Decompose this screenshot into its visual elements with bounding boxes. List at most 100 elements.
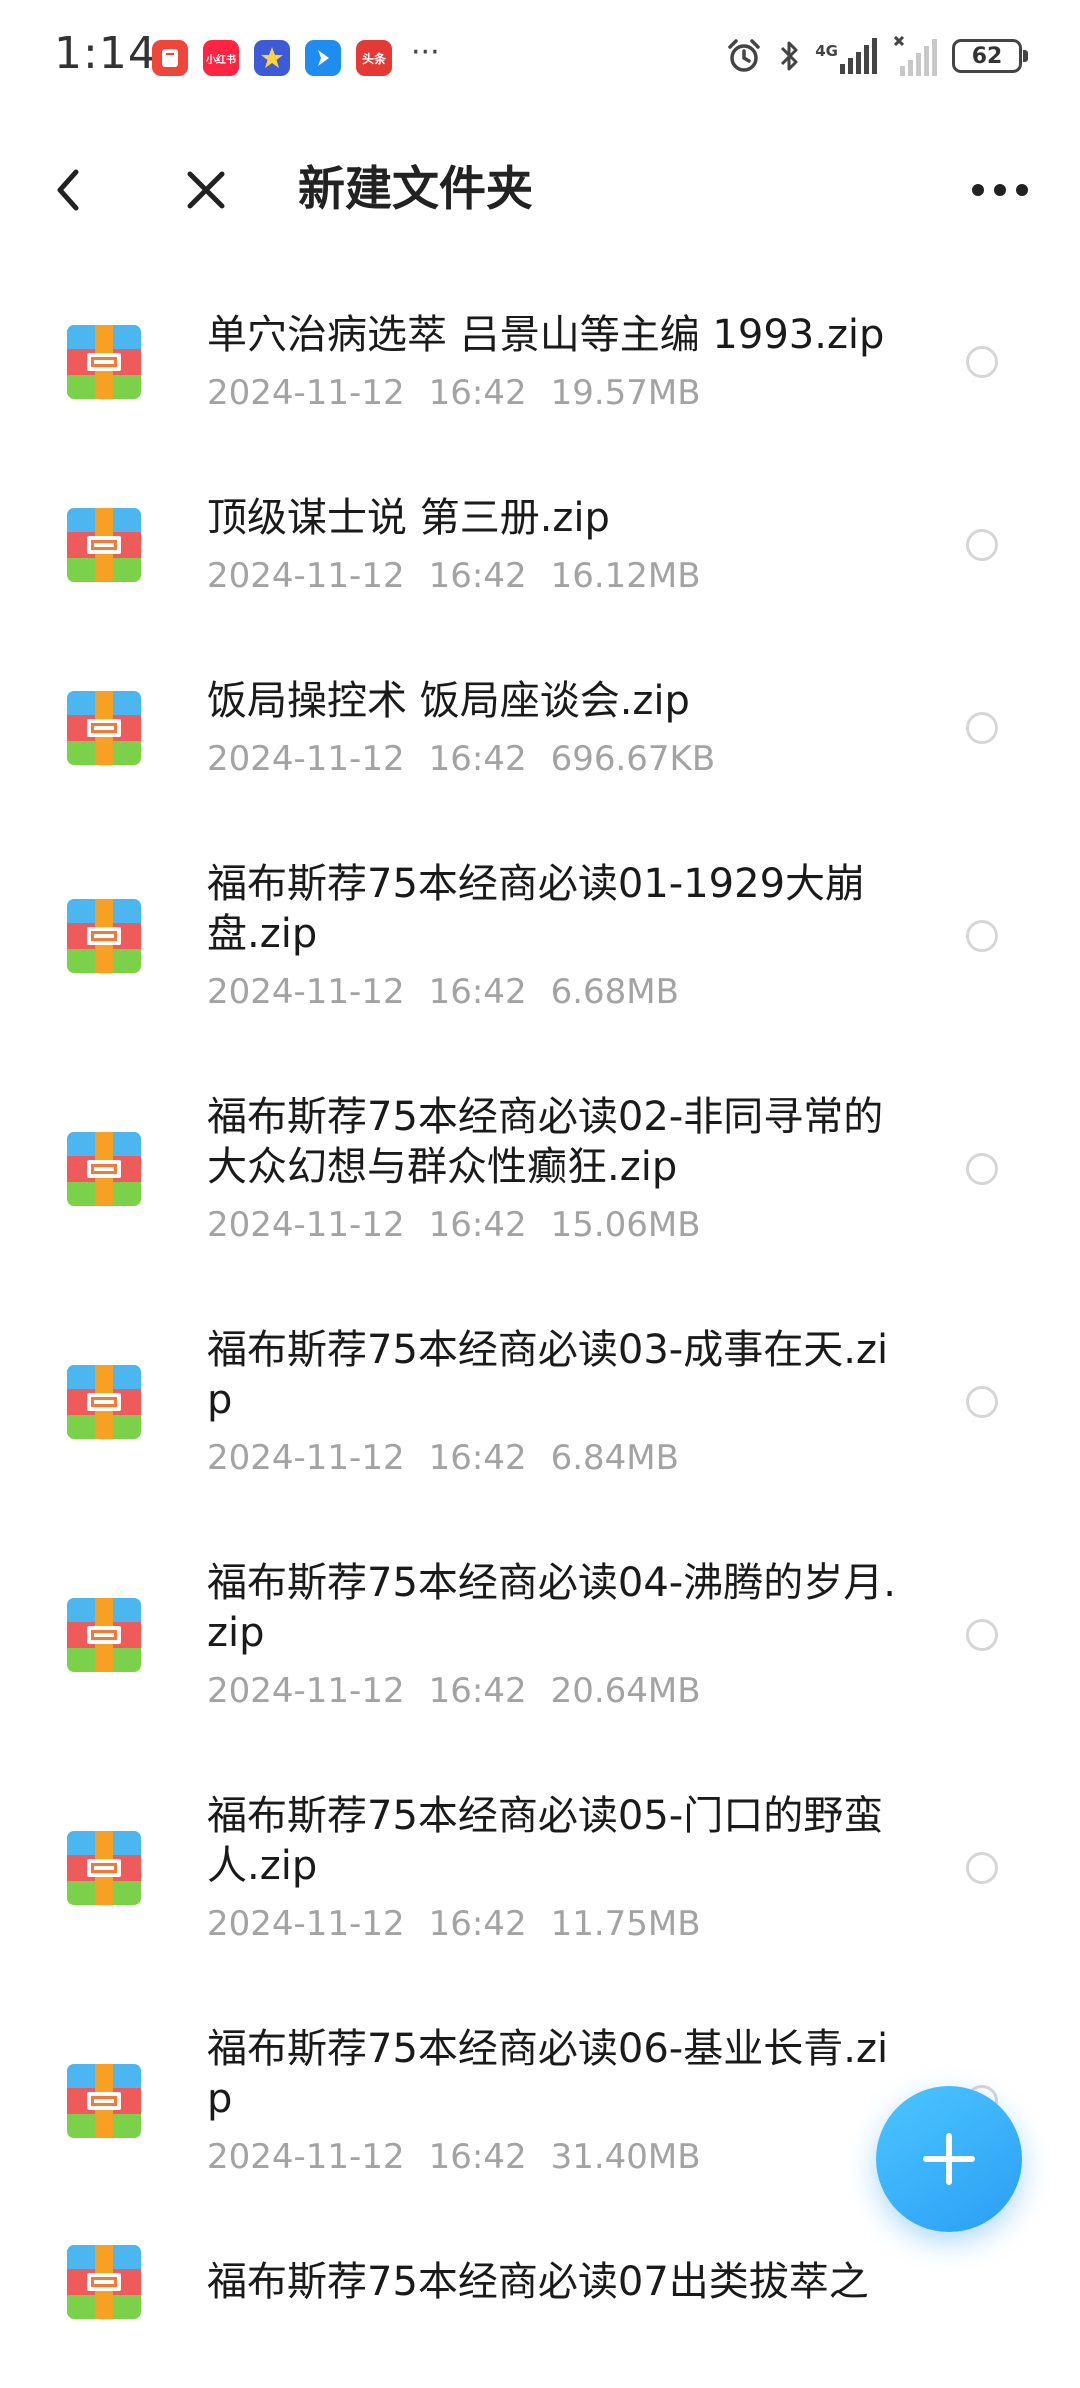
file-time: 16:42	[428, 556, 527, 596]
file-date: 2024-11-12	[207, 972, 405, 1012]
file-time: 16:42	[428, 1671, 527, 1711]
file-row[interactable]: 福布斯荐75本经商必读05-门口的野蛮人.zip 2024-11-12 16:42…	[0, 1751, 1080, 1984]
file-size: 31.40MB	[550, 2137, 701, 2177]
file-time: 16:42	[428, 1205, 527, 1245]
bluetooth-icon	[777, 37, 801, 75]
file-row[interactable]: 福布斯荐75本经商必读02-非同寻常的大众幻想与群众性癫狂.zip 2024-1…	[0, 1052, 1080, 1285]
zip-archive-icon	[67, 1364, 141, 1439]
file-meta: 2024-11-12 16:42 696.67KB	[207, 739, 900, 779]
zip-archive-icon	[67, 1597, 141, 1672]
status-time: 1:14	[54, 28, 157, 79]
toutiao-label: 头条	[361, 51, 386, 66]
file-size: 15.06MB	[550, 1205, 701, 1245]
file-meta: 2024-11-12 16:42 6.68MB	[207, 972, 900, 1012]
file-time: 16:42	[428, 373, 527, 413]
plus-icon	[923, 2133, 975, 2185]
file-meta: 2024-11-12 16:42 19.57MB	[207, 373, 900, 413]
file-name: 福布斯荐75本经商必读05-门口的野蛮人.zip	[207, 1793, 884, 1889]
file-time: 16:42	[428, 739, 527, 779]
file-size: 20.64MB	[550, 1671, 701, 1711]
select-radio[interactable]	[966, 711, 998, 744]
file-row[interactable]: 福布斯荐75本经商必读07出类拔萃之	[0, 2217, 1080, 2347]
file-name: 福布斯荐75本经商必读04-沸腾的岁月.zip	[207, 1560, 896, 1656]
zip-archive-icon	[67, 898, 141, 973]
file-row[interactable]: 顶级谋士说 第三册.zip 2024-11-12 16:42 16.12MB	[0, 453, 1080, 636]
file-date: 2024-11-12	[207, 373, 405, 413]
chevron-left-icon	[57, 169, 79, 211]
back-button[interactable]	[40, 160, 100, 220]
notification-app-icons: 小红书 头条 ···	[152, 34, 440, 78]
file-time: 16:42	[428, 972, 527, 1012]
select-radio[interactable]	[966, 528, 998, 561]
signal-no-service-icon	[894, 36, 938, 76]
red-book-app-icon	[152, 40, 188, 76]
zip-archive-icon	[67, 324, 141, 399]
file-time: 16:42	[428, 1438, 527, 1478]
file-meta: 2024-11-12 16:42 11.75MB	[207, 1904, 900, 1944]
page-title: 新建文件夹	[298, 162, 533, 217]
file-row[interactable]: 单穴治病选萃 吕景山等主编 1993.zip 2024-11-12 16:42 19…	[0, 270, 1080, 453]
file-meta: 2024-11-12 16:42 6.84MB	[207, 1438, 900, 1478]
toutiao-app-icon: 头条	[356, 40, 392, 76]
file-meta: 2024-11-12 16:42 15.06MB	[207, 1205, 900, 1245]
file-name: 福布斯荐75本经商必读07出类拔萃之	[207, 2259, 869, 2305]
file-date: 2024-11-12	[207, 739, 405, 779]
file-date: 2024-11-12	[207, 1671, 405, 1711]
file-name: 福布斯荐75本经商必读02-非同寻常的大众幻想与群众性癫狂.zip	[207, 1094, 884, 1190]
file-list: 单穴治病选萃 吕景山等主编 1993.zip 2024-11-12 16:42 19…	[0, 270, 1080, 2347]
file-time: 16:42	[428, 1904, 527, 1944]
xiaohongshu-label: 小红书	[206, 54, 236, 66]
file-size: 6.68MB	[550, 972, 679, 1012]
file-name: 福布斯荐75本经商必读01-1929大崩盘.zip	[207, 861, 866, 957]
select-radio[interactable]	[966, 1851, 998, 1884]
file-date: 2024-11-12	[207, 556, 405, 596]
file-meta: 2024-11-12 16:42 31.40MB	[207, 2137, 900, 2177]
file-name: 单穴治病选萃 吕景山等主编 1993.zip	[207, 312, 885, 358]
signal-4g-icon: 4G	[815, 38, 880, 74]
more-notifications-icon: ···	[411, 34, 440, 70]
file-size: 16.12MB	[550, 556, 701, 596]
file-size: 19.57MB	[550, 373, 701, 413]
file-name: 顶级谋士说 第三册.zip	[207, 495, 610, 541]
file-date: 2024-11-12	[207, 1205, 405, 1245]
close-icon	[187, 171, 225, 209]
file-meta: 2024-11-12 16:42 16.12MB	[207, 556, 900, 596]
select-radio[interactable]	[966, 1152, 998, 1185]
network-type: 4G	[815, 41, 838, 60]
more-horizontal-icon	[972, 184, 1028, 196]
file-name: 福布斯荐75本经商必读03-成事在天.zip	[207, 1327, 889, 1423]
zip-archive-icon	[67, 1131, 141, 1206]
select-radio[interactable]	[966, 1385, 998, 1418]
alarm-icon	[725, 37, 763, 75]
file-size: 6.84MB	[550, 1438, 679, 1478]
status-indicators: 4G 62	[711, 34, 1028, 78]
file-date: 2024-11-12	[207, 1904, 405, 1944]
zip-archive-icon	[67, 1830, 141, 1905]
file-row[interactable]: 福布斯荐75本经商必读03-成事在天.zip 2024-11-12 16:42 6.…	[0, 1285, 1080, 1518]
file-time: 16:42	[428, 2137, 527, 2177]
zip-archive-icon	[67, 2063, 141, 2138]
arrow-app-icon	[305, 40, 341, 76]
file-row[interactable]: 饭局操控术 饭局座谈会.zip 2024-11-12 16:42 696.67KB	[0, 636, 1080, 819]
close-button[interactable]	[176, 160, 236, 220]
file-date: 2024-11-12	[207, 1438, 405, 1478]
file-row[interactable]: 福布斯荐75本经商必读04-沸腾的岁月.zip 2024-11-12 16:42 2…	[0, 1518, 1080, 1751]
zip-archive-icon	[67, 2245, 141, 2319]
zip-archive-icon	[67, 690, 141, 765]
select-radio[interactable]	[966, 1618, 998, 1651]
file-date: 2024-11-12	[207, 2137, 405, 2177]
file-row[interactable]: 福布斯荐75本经商必读01-1929大崩盘.zip 2024-11-12 16:4…	[0, 819, 1080, 1052]
select-radio[interactable]	[966, 345, 998, 378]
zip-archive-icon	[67, 507, 141, 582]
file-size: 696.67KB	[550, 739, 716, 779]
xiaohongshu-app-icon: 小红书	[203, 40, 239, 76]
select-radio[interactable]	[966, 919, 998, 952]
status-bar: 1:14 小红书 头条 ··· 4G 62	[0, 0, 1080, 110]
file-size: 11.75MB	[550, 1904, 701, 1944]
add-button[interactable]	[876, 2086, 1022, 2232]
battery-icon: 62	[952, 39, 1028, 73]
more-options-button[interactable]	[965, 160, 1035, 220]
title-bar: 新建文件夹	[0, 130, 1080, 250]
file-name: 饭局操控术 饭局座谈会.zip	[207, 678, 690, 724]
file-meta: 2024-11-12 16:42 20.64MB	[207, 1671, 900, 1711]
